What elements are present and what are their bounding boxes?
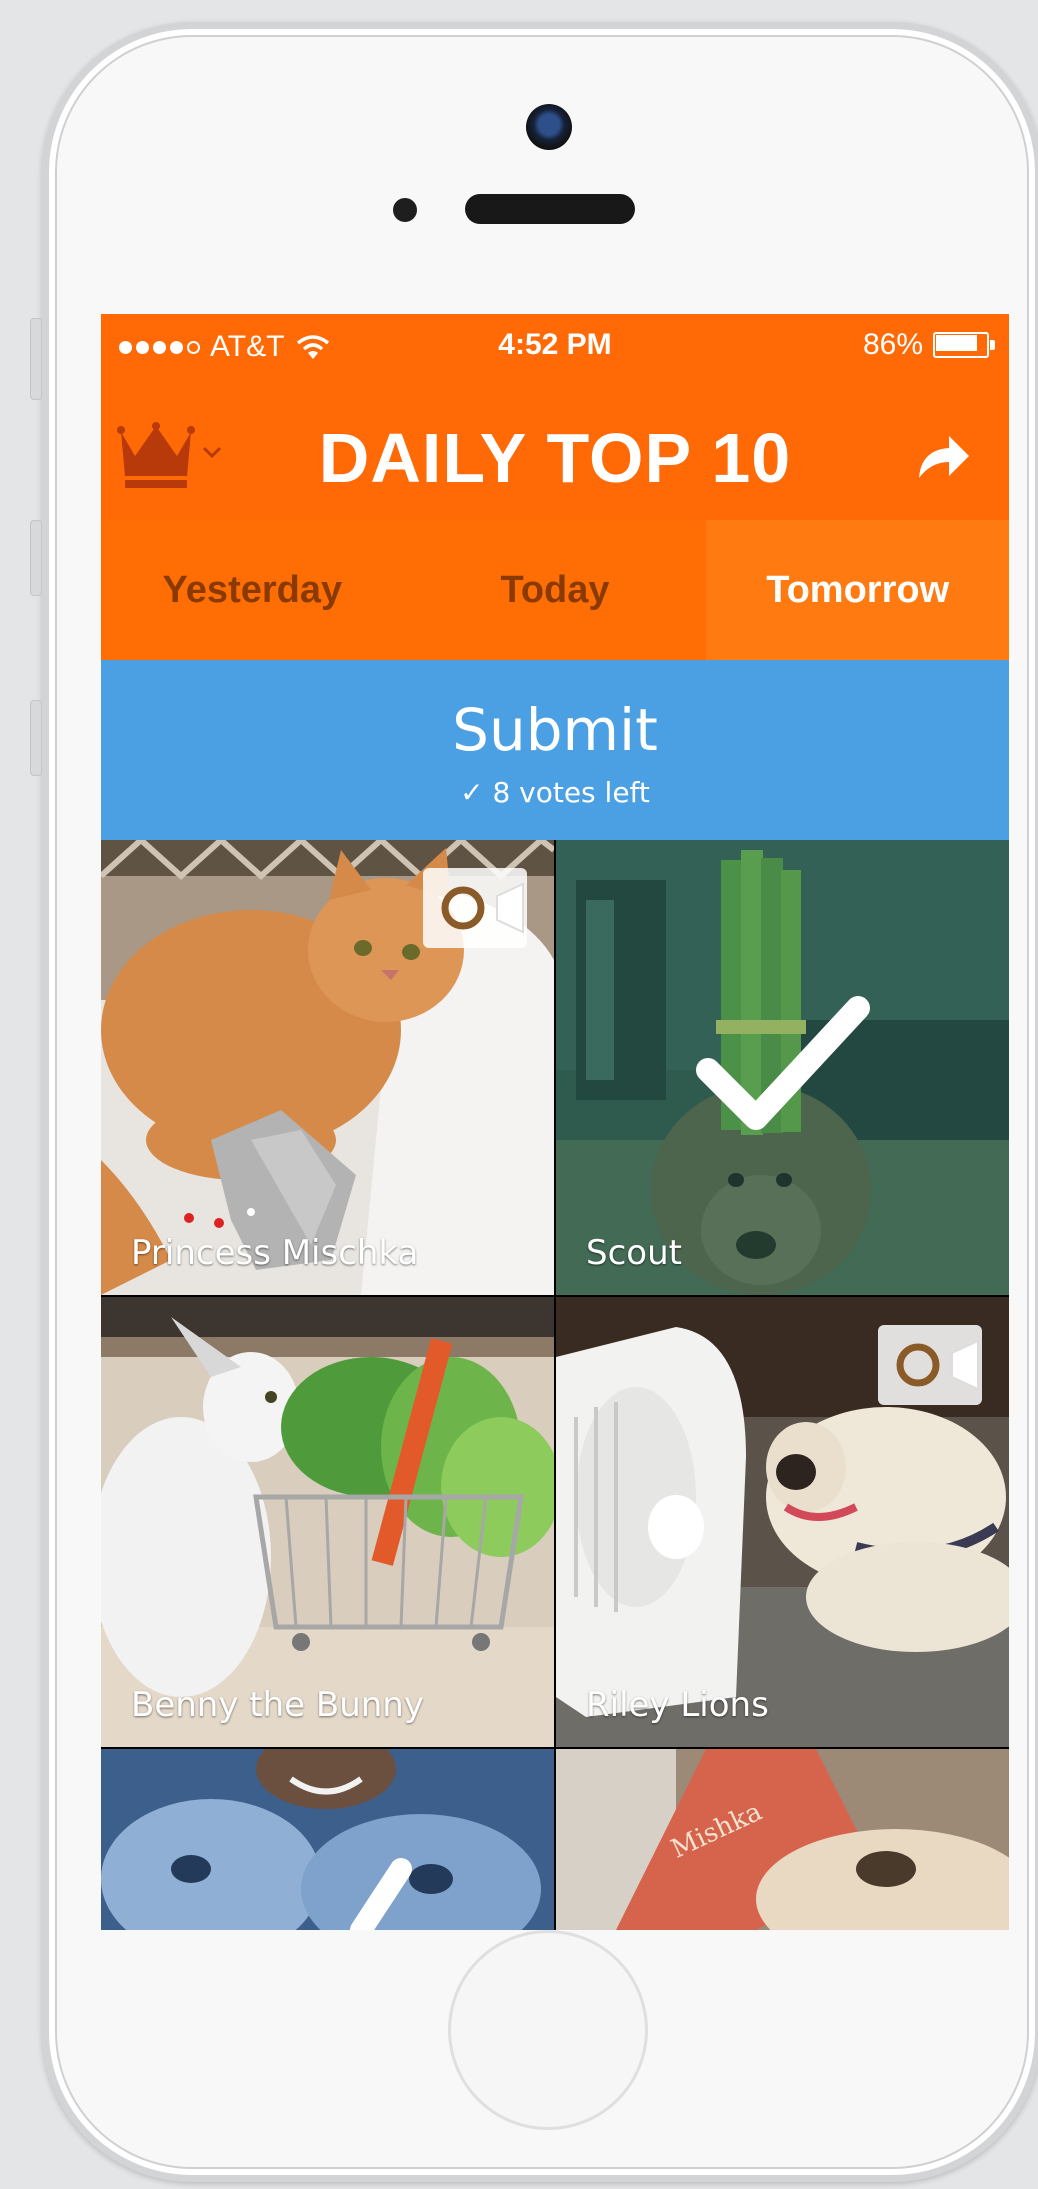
front-camera	[526, 104, 572, 150]
grid-item-puppies[interactable]	[101, 1749, 554, 1930]
submit-button[interactable]: Submit ✓ 8 votes left	[101, 660, 1009, 840]
share-icon[interactable]	[915, 434, 971, 480]
pet-name: Princess Mischka	[131, 1233, 419, 1273]
volume-up-button	[30, 520, 42, 596]
submit-label: Submit	[452, 696, 658, 764]
tab-yesterday[interactable]: Yesterday	[101, 520, 404, 660]
app-screen: AT&T 4:52 PM 86% DAILY TOP 10 Yesterday …	[101, 314, 1009, 1930]
pet-name: Scout	[586, 1233, 682, 1273]
grid-item-party-hat-dog[interactable]: Mishka	[556, 1749, 1009, 1930]
status-bar: AT&T 4:52 PM 86%	[101, 314, 1009, 380]
video-camera-icon	[878, 1325, 982, 1405]
earpiece-speaker	[465, 194, 635, 224]
page-title: DAILY TOP 10	[318, 419, 792, 497]
grid-item-benny-the-bunny[interactable]: Benny the Bunny	[101, 1297, 554, 1747]
home-button[interactable]	[448, 1930, 648, 2130]
grid-item-riley-lions[interactable]: Riley Lions	[556, 1297, 1009, 1747]
volume-down-button	[30, 700, 42, 776]
grid-item-scout[interactable]: Scout	[556, 840, 1009, 1295]
photo-bunny	[101, 1297, 554, 1747]
tab-tomorrow[interactable]: Tomorrow	[706, 520, 1009, 660]
grid-item-princess-mischka[interactable]: Princess Mischka	[101, 840, 554, 1295]
status-right: 86%	[863, 328, 995, 362]
photo-party-hat-dog: Mishka	[556, 1749, 1009, 1930]
tab-today[interactable]: Today	[404, 520, 707, 660]
photo-grid: Princess Mischka Scout Benny the Bunny R…	[101, 840, 1009, 1930]
proximity-sensor	[393, 198, 417, 222]
battery-icon	[933, 332, 995, 358]
day-tabs: Yesterday Today Tomorrow	[101, 520, 1009, 660]
video-camera-icon	[423, 868, 527, 948]
battery-fill	[936, 335, 977, 351]
mute-switch	[30, 318, 42, 400]
pet-name: Riley Lions	[586, 1685, 769, 1725]
battery-percent: 86%	[862, 328, 923, 361]
battery-tip	[990, 340, 995, 350]
photo-puppies	[101, 1749, 554, 1930]
checkmark-icon	[696, 996, 870, 1130]
votes-left-label: ✓ 8 votes left	[460, 776, 650, 809]
pet-name: Benny the Bunny	[131, 1685, 424, 1725]
title-bar: DAILY TOP 10	[101, 380, 1009, 520]
